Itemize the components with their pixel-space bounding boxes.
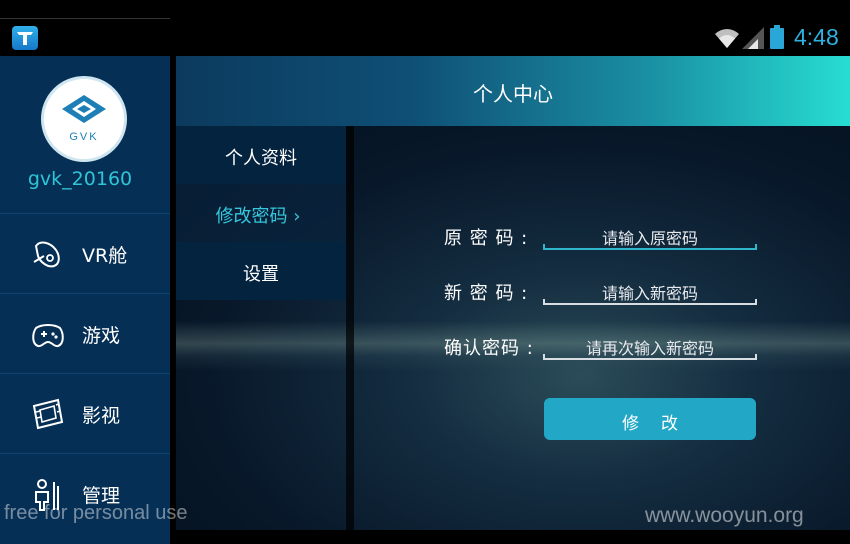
submenu: 个人资料 修改密码 › 设置 — [176, 126, 346, 300]
sidebar-item-vr[interactable]: VR舱 — [0, 213, 170, 293]
submenu-item-settings[interactable]: 设置 — [176, 242, 346, 300]
change-password-button[interactable]: 修改 — [544, 398, 756, 440]
old-password-placeholder: 请输入原密码 — [601, 229, 698, 248]
status-bar: 4:48 — [0, 0, 850, 56]
sidebar-item-label: 影视 — [82, 405, 121, 427]
status-clock: 4:48 — [794, 24, 839, 50]
battery-icon — [770, 25, 784, 49]
bottom-edge — [176, 530, 850, 544]
gamepad-icon — [32, 324, 64, 348]
vr-cabin-icon — [33, 241, 60, 268]
submenu-item-label: 个人资料 — [225, 148, 297, 169]
new-password-row: 新 密 码 : 请输入新密码 — [444, 271, 764, 311]
app-icon — [12, 26, 38, 50]
submenu-item-profile[interactable]: 个人资料 — [176, 126, 346, 184]
sidebar-item-movies[interactable]: 影视 — [0, 373, 170, 453]
old-password-row: 原 密 码 : 请输入原密码 — [444, 216, 764, 256]
old-password-label: 原 密 码 : — [444, 228, 529, 249]
sidebar: GVK gvk_20160 VR舱 游戏 影视 管理 — [0, 56, 170, 544]
submenu-item-label: 设置 — [243, 264, 279, 285]
username: gvk_20160 — [27, 168, 133, 190]
confirm-password-field[interactable]: 请再次输入新密码 — [543, 326, 757, 360]
change-password-button-label: 修改 — [622, 414, 700, 434]
avatar[interactable]: GVK — [41, 76, 127, 162]
confirm-password-placeholder: 请再次输入新密码 — [585, 339, 714, 358]
confirm-password-row: 确认密码 : 请再次输入新密码 — [444, 326, 764, 366]
signal-icon — [742, 27, 764, 49]
panel-divider — [346, 126, 354, 530]
sidebar-item-games[interactable]: 游戏 — [0, 293, 170, 373]
film-icon — [32, 398, 64, 430]
page-title: 个人中心 — [473, 82, 553, 106]
submenu-item-change-password[interactable]: 修改密码 › — [176, 184, 346, 242]
profile-section[interactable]: GVK gvk_20160 — [0, 56, 170, 213]
new-password-label: 新 密 码 : — [444, 283, 529, 304]
main-panel: 个人中心 个人资料 修改密码 › 设置 原 密 码 : 请输入原密码 新 密 码… — [176, 56, 850, 544]
old-password-field[interactable]: 请输入原密码 — [543, 216, 757, 250]
page-header: 个人中心 — [176, 56, 850, 126]
wifi-icon — [715, 29, 739, 48]
avatar-logo-text: GVK — [69, 131, 99, 143]
submenu-item-label: 修改密码 › — [215, 206, 301, 227]
watermark-right: www.wooyun.org — [645, 504, 804, 527]
gvk-logo-icon — [62, 95, 106, 123]
new-password-field[interactable]: 请输入新密码 — [543, 271, 757, 305]
confirm-password-label: 确认密码 : — [444, 338, 534, 359]
status-divider — [0, 18, 170, 19]
new-password-placeholder: 请输入新密码 — [601, 284, 698, 303]
watermark-left: free for personal use — [4, 502, 188, 524]
sidebar-item-label: VR舱 — [82, 245, 128, 267]
sidebar-item-label: 游戏 — [82, 325, 121, 347]
